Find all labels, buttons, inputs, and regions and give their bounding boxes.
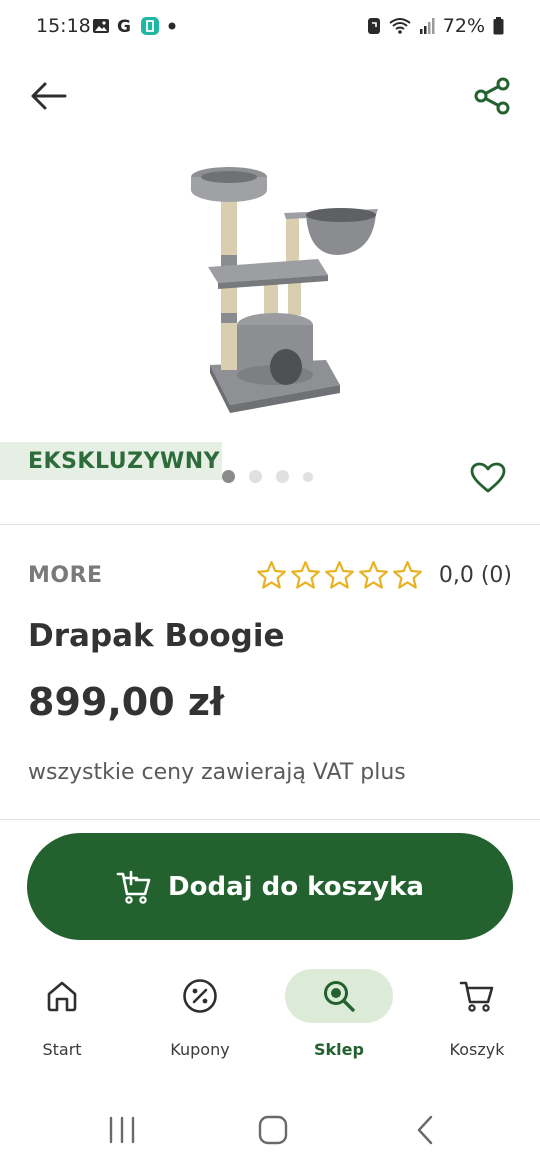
star-outline-icon <box>392 560 422 589</box>
divider <box>0 819 540 820</box>
add-to-cart-label: Dodaj do koszyka <box>168 871 424 902</box>
share-button[interactable] <box>468 72 516 120</box>
image-icon <box>93 19 109 33</box>
app-icon <box>141 17 159 35</box>
nav-item-kupony[interactable]: Kupony <box>140 965 260 1065</box>
carousel-dot[interactable] <box>249 470 262 483</box>
carousel-dot[interactable] <box>303 471 313 482</box>
arrow-left-icon <box>31 82 67 110</box>
battery-percent: 72% <box>442 15 485 37</box>
chevron-left-icon <box>417 1115 433 1145</box>
status-notification-icons: G <box>92 16 178 36</box>
home-circle-icon <box>258 1115 288 1145</box>
product-image[interactable] <box>178 155 388 425</box>
nav-label: Start <box>42 1040 82 1059</box>
system-navigation-bar <box>0 1100 540 1160</box>
status-bar: 15:18 G 72% <box>0 0 540 54</box>
search-icon <box>324 981 355 1012</box>
product-price: 899,00 zł <box>28 680 225 724</box>
heart-icon <box>470 462 506 493</box>
favorite-button[interactable] <box>466 458 510 498</box>
carousel-dot[interactable] <box>276 470 289 483</box>
star-outline-icon <box>324 560 354 589</box>
share-icon <box>474 77 510 115</box>
battery-icon <box>493 17 504 35</box>
product-brand: MORE <box>28 563 103 588</box>
cat-tree-image <box>191 167 378 413</box>
home-button[interactable] <box>248 1110 298 1150</box>
status-system-icons: 72% <box>367 15 504 37</box>
nav-icon-container <box>146 969 254 1023</box>
rating-stars <box>256 560 423 590</box>
home-icon <box>47 981 77 1012</box>
system-back-button[interactable] <box>400 1110 450 1150</box>
add-to-cart-button[interactable]: Dodaj do koszyka <box>27 833 513 940</box>
status-time: 15:18 <box>36 15 91 37</box>
dot-icon <box>168 22 176 30</box>
divider <box>0 524 540 525</box>
nav-icon-container <box>8 969 116 1023</box>
star-outline-icon <box>256 560 286 589</box>
nav-label: Koszyk <box>449 1040 505 1059</box>
percent-icon <box>183 979 217 1013</box>
nav-item-start[interactable]: Start <box>2 965 122 1065</box>
bottom-navigation: Start Kupony Sklep Koszyk <box>0 965 540 1065</box>
back-button[interactable] <box>24 74 72 118</box>
cart-icon <box>459 981 494 1012</box>
nav-icon-container <box>285 969 393 1023</box>
vat-note: wszystkie ceny zawierają VAT plus <box>28 760 406 785</box>
nav-item-sklep[interactable]: Sklep <box>279 965 399 1065</box>
image-carousel-indicator[interactable] <box>222 470 313 483</box>
exclusive-badge: EKSKLUZYWNY <box>0 442 222 480</box>
recent-apps-button[interactable] <box>97 1110 147 1150</box>
sync-icon <box>367 18 380 34</box>
cart-add-icon <box>116 870 151 904</box>
carousel-dot[interactable] <box>222 470 235 483</box>
rating-value: 0,0 (0) <box>438 562 512 588</box>
star-outline-icon <box>358 560 388 589</box>
nav-item-koszyk[interactable]: Koszyk <box>417 965 537 1065</box>
svg-text:G: G <box>117 17 131 35</box>
star-outline-icon <box>290 560 320 589</box>
google-g-icon: G <box>117 17 131 35</box>
nav-label: Sklep <box>314 1040 364 1059</box>
rating[interactable]: 0,0 (0) <box>256 560 512 590</box>
nav-label: Kupony <box>170 1040 230 1059</box>
top-app-bar <box>0 60 540 132</box>
signal-icon <box>419 18 435 34</box>
recent-apps-icon <box>109 1116 135 1144</box>
wifi-icon <box>389 18 411 34</box>
nav-icon-container <box>423 969 531 1023</box>
product-name: Drapak Boogie <box>28 618 285 654</box>
